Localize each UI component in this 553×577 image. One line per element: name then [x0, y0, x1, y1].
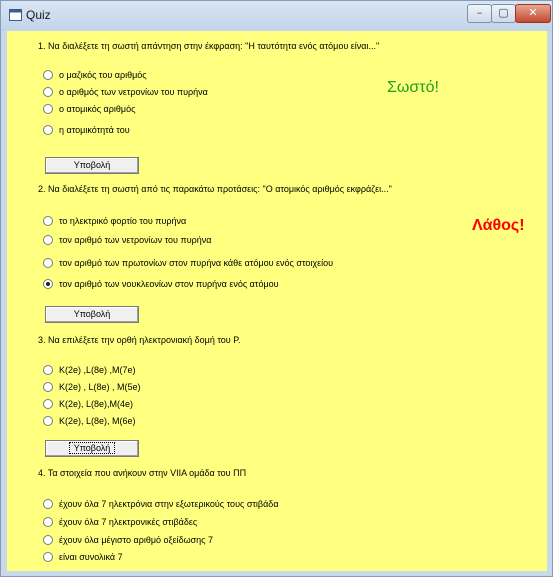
maximize-button[interactable]: ▢ [491, 4, 516, 23]
radio-button[interactable] [43, 498, 53, 509]
window-icon [9, 9, 22, 21]
q4-option-3[interactable]: έχουν όλα μέγιστο αριθμό οξείδωσης 7 [43, 534, 213, 546]
window-title: Quiz [26, 8, 51, 22]
q3-option-4[interactable]: K(2e), L(8e), M(6e) [43, 415, 136, 427]
q1-option-3[interactable]: ο ατομικός αριθμός [43, 103, 135, 115]
q2-option-4[interactable]: τον αριθμό των νουκλεονίων στον πυρήνα ε… [43, 278, 279, 290]
q3-submit-button[interactable]: Υποβολή [45, 440, 139, 457]
radio-button[interactable] [43, 234, 53, 245]
question-4-text: 4. Τα στοιχεία που ανήκουν στην VIIA ομά… [38, 468, 247, 478]
question-1-text: 1. Να διαλέξετε τη σωστή απάντηση στην έ… [38, 41, 380, 51]
q2-submit-button[interactable]: Υποβολή [45, 306, 139, 323]
q3-option-1[interactable]: K(2e) ,L(8e) ,M(7e) [43, 364, 136, 376]
q2-feedback-wrong: Λάθος! [472, 217, 525, 234]
radio-button[interactable] [43, 103, 53, 114]
quiz-form: 1. Να διαλέξετε τη σωστή απάντηση στην έ… [7, 31, 547, 571]
q1-option-1[interactable]: ο μαζικός του αριθμός [43, 69, 147, 81]
radio-button[interactable] [43, 364, 53, 375]
q1-option-4[interactable]: η ατομικότητά του [43, 124, 130, 136]
question-3-text: 3. Να επιλέξετε την ορθή ηλεκτρονιακή δο… [38, 335, 241, 345]
q1-option-2[interactable]: ο αριθμός των νετρονίων του πυρήνα [43, 86, 208, 98]
radio-button[interactable] [43, 215, 53, 226]
radio-button[interactable] [43, 69, 53, 80]
radio-button-selected[interactable] [43, 278, 53, 289]
radio-button[interactable] [43, 257, 53, 268]
q2-option-3[interactable]: τον αριθμό των πρωτονίων στον πυρήνα κάθ… [43, 257, 333, 269]
q2-option-2[interactable]: τον αριθμό των νετρονίων του πυρήνα [43, 234, 211, 246]
radio-button[interactable] [43, 551, 53, 562]
q1-feedback-correct: Σωστό! [387, 79, 439, 96]
q2-option-1[interactable]: το ηλεκτρικό φορτίο του πυρήνα [43, 215, 186, 227]
question-2-text: 2. Να διαλέξετε τη σωστή από τις παρακάτ… [38, 184, 392, 194]
radio-button[interactable] [43, 124, 53, 135]
q4-option-2[interactable]: έχουν όλα 7 ηλεκτρονικές στιβάδες [43, 516, 197, 528]
minimize-button[interactable]: – [467, 4, 492, 23]
quiz-window: Quiz – ▢ ✕ 1. Να διαλέξετε τη σωστή απάν… [0, 0, 553, 577]
radio-button[interactable] [43, 516, 53, 527]
q4-option-1[interactable]: έχουν όλα 7 ηλεκτρόνια στην εξωτερικούς … [43, 498, 279, 510]
close-button[interactable]: ✕ [515, 4, 551, 23]
q1-submit-button[interactable]: Υποβολή [45, 157, 139, 174]
q3-option-3[interactable]: K(2e), L(8e),M(4e) [43, 398, 133, 410]
radio-button[interactable] [43, 534, 53, 545]
radio-button[interactable] [43, 86, 53, 97]
radio-button[interactable] [43, 381, 53, 392]
q4-option-4[interactable]: είναι συνολικά 7 [43, 551, 123, 563]
radio-button[interactable] [43, 398, 53, 409]
radio-button[interactable] [43, 415, 53, 426]
q3-option-2[interactable]: K(2e) , L(8e) , M(5e) [43, 381, 141, 393]
title-bar[interactable]: Quiz – ▢ ✕ [1, 1, 552, 31]
